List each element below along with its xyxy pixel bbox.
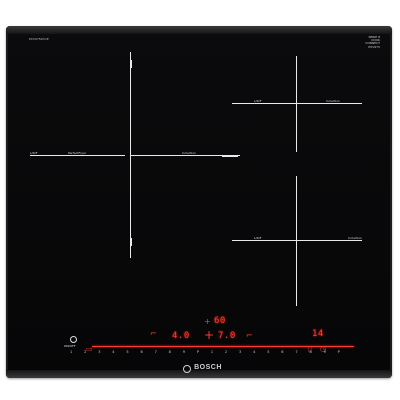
scale-item[interactable]: 8 (169, 350, 171, 354)
power-scale: 1 2 3 4 5 6 7 8 9 P 1 2 3 4 5 6 7 8 9 P (70, 350, 340, 354)
scale-item[interactable]: P (338, 350, 340, 354)
right-value-display: 14 (312, 329, 324, 339)
scale-item[interactable]: 4 (112, 350, 114, 354)
left-zone-right-label: PerfectFryer (68, 151, 87, 155)
scale-item[interactable]: 1 (211, 350, 213, 354)
brand-line-4: PXV975 (368, 44, 380, 49)
top-right-zone-right-label: Induction (326, 99, 340, 103)
scale-item[interactable]: 7 (295, 350, 297, 354)
left-zone-top-tick (130, 60, 132, 68)
scale-item[interactable]: 5 (126, 350, 128, 354)
scale-item[interactable]: 7 (155, 350, 157, 354)
brand-name: BOSCH (194, 364, 222, 371)
top-right-zone-left-label: L/R/F (254, 99, 262, 103)
left-zone-bottom-tick (130, 238, 132, 246)
left-zone-left-label: L/R/F (30, 151, 38, 155)
scale-item[interactable]: 2 (84, 350, 86, 354)
scale-item[interactable]: 8 (309, 350, 311, 354)
scale-item[interactable]: 3 (98, 350, 100, 354)
left-zone-indicator-icon: ⌐ (150, 329, 157, 338)
center-value-display: 7.0 (218, 331, 236, 341)
left-zone-right-tick (222, 155, 238, 157)
cooktop-surface (6, 26, 392, 378)
power-label: ON/OFF (64, 344, 76, 348)
bottom-right-zone-left-label: L/R/F (254, 236, 262, 240)
scale-item[interactable]: 5 (267, 350, 269, 354)
scale-item[interactable]: 6 (281, 350, 283, 354)
slider-redbar[interactable] (92, 346, 354, 347)
scale-item[interactable]: 9 (324, 350, 326, 354)
scale-item[interactable]: 4 (253, 350, 255, 354)
scale-item[interactable]: 1 (70, 350, 72, 354)
bottom-right-zone-right-label: Induction (348, 236, 362, 240)
frame-bottom (6, 370, 392, 378)
left-value-display: 4.0 (172, 331, 190, 341)
scale-item[interactable]: P (197, 350, 199, 354)
center-plus-icon[interactable]: + (204, 329, 214, 341)
scale-item[interactable]: 6 (140, 350, 142, 354)
top-right-zone-vertical-line (296, 56, 297, 152)
power-icon[interactable] (70, 336, 77, 343)
frame-top (6, 26, 392, 34)
timer-plus-icon[interactable]: + (204, 318, 211, 326)
top-right-zone-horizontal-line (232, 103, 362, 104)
scale-item[interactable]: 3 (239, 350, 241, 354)
brand-tag: SERIE 8 COOK CONNECT PXV975 (358, 35, 380, 49)
left-zone-mid-label: Induction (182, 151, 196, 155)
scale-item[interactable]: 9 (183, 350, 185, 354)
left-zone-left-line (30, 155, 125, 156)
scale-item[interactable]: 2 (225, 350, 227, 354)
bottom-right-zone-horizontal-line (232, 240, 362, 241)
model-label: PXV975DV1E (29, 37, 49, 41)
timer-display: 60 (214, 316, 226, 326)
center-zone-indicator-icon: ⌐ (246, 331, 253, 340)
bottom-right-zone-vertical-line (296, 176, 297, 306)
